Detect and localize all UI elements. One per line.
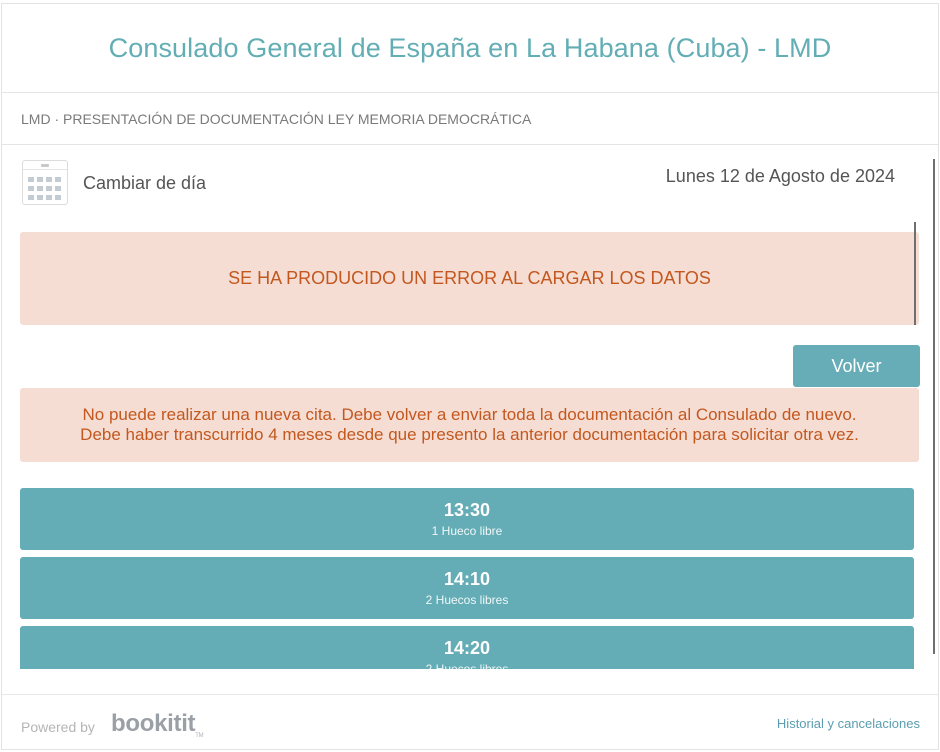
change-day-link[interactable]: Cambiar de día [83, 173, 206, 194]
slot-time: 14:20 [443, 638, 491, 658]
calendar-icon-grid [28, 177, 61, 200]
footer: Powered by bookititTM Historial y cancel… [2, 694, 938, 749]
info-alert: No puede realizar una nueva cita. Debe v… [20, 388, 919, 462]
error-alert-text: SE HA PRODUCIDO UN ERROR AL CARGAR LOS D… [228, 268, 711, 288]
time-slot-1330[interactable]: 13:30 1 Hueco libre [20, 488, 914, 550]
error-alert: SE HA PRODUCIDO UN ERROR AL CARGAR LOS D… [20, 232, 919, 325]
history-cancellations-link[interactable]: Historial y cancelaciones [777, 716, 920, 731]
app-frame: Consulado General de España en La Habana… [1, 3, 939, 750]
info-alert-line-1: No puede realizar una nueva cita. Debe v… [82, 405, 857, 424]
back-button[interactable]: Volver [793, 345, 920, 387]
bookitit-logo: bookititTM [111, 710, 204, 739]
time-slot-list: 13:30 1 Hueco libre 14:10 2 Huecos libre… [20, 488, 916, 669]
slot-availability: 2 Huecos libres [425, 662, 509, 669]
brand-name: bookitit [111, 710, 196, 737]
calendar-icon-header [23, 161, 67, 170]
page-title: Consulado General de España en La Habana… [108, 32, 832, 63]
breadcrumb-text: LMD · PRESENTACIÓN DE DOCUMENTACIÓN LEY … [21, 110, 532, 127]
day-toolbar: Cambiar de día Lunes 12 de Agosto de 202… [2, 145, 938, 220]
info-alert-line-2: Debe haber transcurrido 4 meses desde qu… [80, 425, 859, 444]
slot-time: 13:30 [443, 500, 491, 520]
calendar-icon[interactable] [22, 160, 68, 205]
breadcrumb: LMD · PRESENTACIÓN DE DOCUMENTACIÓN LEY … [2, 93, 938, 145]
time-slot-1410[interactable]: 14:10 2 Huecos libres [20, 557, 914, 619]
page-header: Consulado General de España en La Habana… [2, 4, 938, 93]
powered-by-label: Powered by [21, 719, 95, 735]
slot-availability: 1 Hueco libre [431, 524, 503, 538]
trademark-mark: TM [195, 733, 204, 739]
time-slot-1420[interactable]: 14:20 2 Huecos libres [20, 626, 914, 669]
slot-availability: 2 Huecos libres [425, 593, 509, 607]
inner-scrollbar[interactable] [914, 222, 916, 325]
slot-time: 14:10 [443, 569, 491, 589]
vertical-scrollbar[interactable] [933, 159, 935, 654]
selected-date: Lunes 12 de Agosto de 2024 [665, 166, 895, 186]
